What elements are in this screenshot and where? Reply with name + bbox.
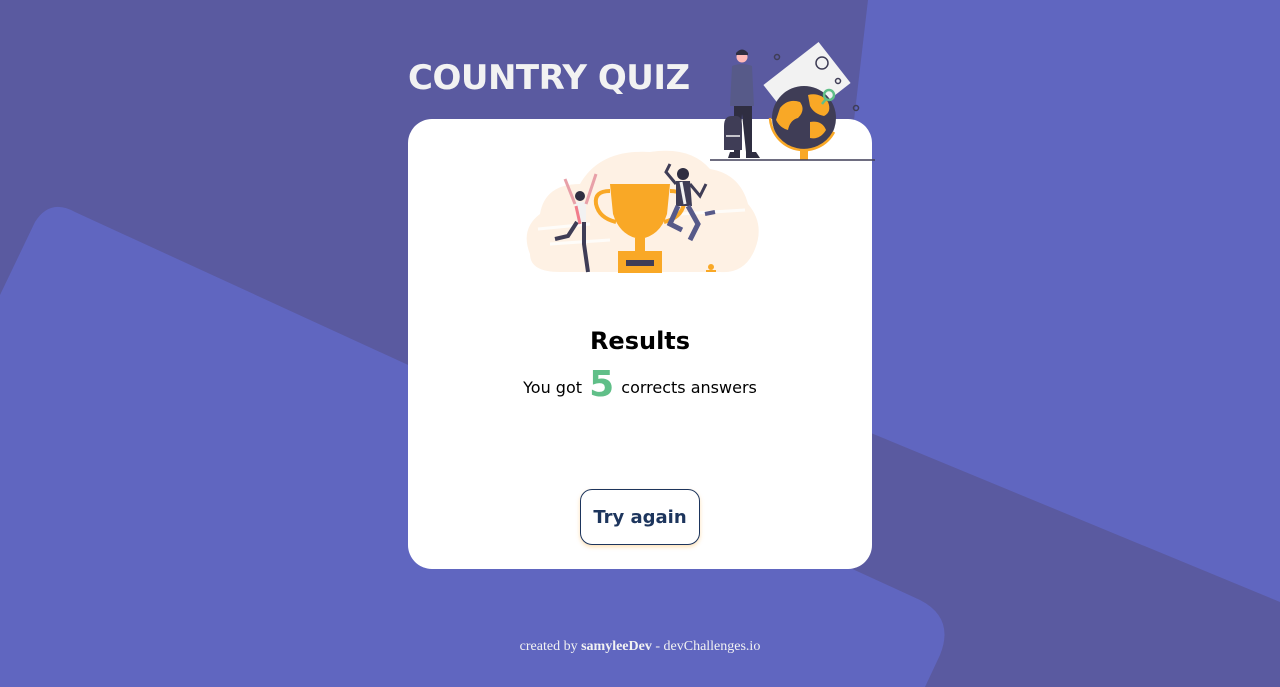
footer-author-link[interactable]: samyleeDev — [581, 639, 652, 654]
results-heading: Results — [589, 327, 691, 355]
score-value: 5 — [589, 364, 615, 405]
score-prefix: You got — [523, 378, 583, 397]
globe-illustration — [710, 41, 875, 161]
footer-separator: - — [655, 639, 661, 654]
trophy-illustration — [526, 150, 759, 273]
try-again-button[interactable]: Try again — [580, 489, 700, 545]
score-summary: You got 5 corrects answers — [408, 364, 872, 405]
score-suffix: corrects answers — [621, 378, 757, 397]
footer-credit: created by samyleeDev - devChallenges.io — [0, 639, 1280, 655]
footer-site-link[interactable]: devChallenges.io — [664, 639, 761, 654]
app-title: COUNTRY QUIZ — [408, 58, 690, 98]
footer-created-by: created by — [519, 639, 578, 654]
results-card: Results You got 5 corrects answers Try a… — [408, 119, 872, 569]
